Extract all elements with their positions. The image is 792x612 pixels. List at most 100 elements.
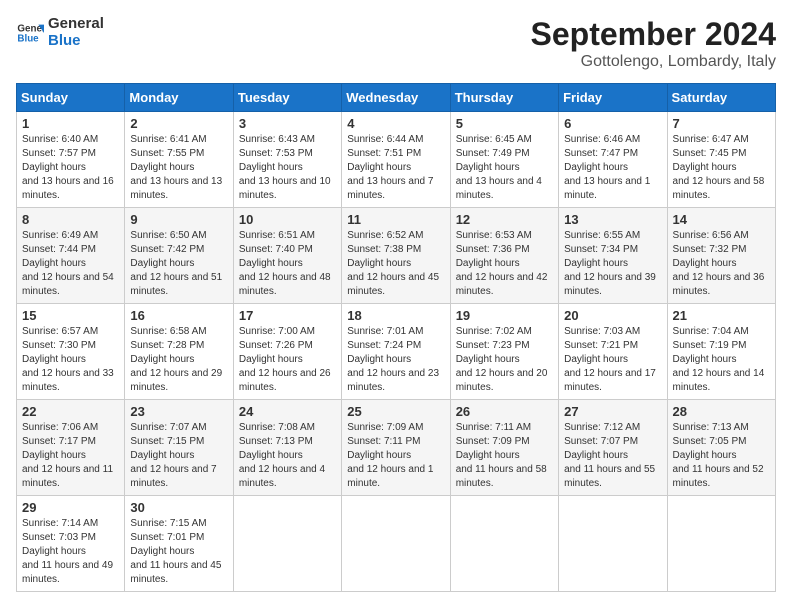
calendar-cell: 29 Sunrise: 7:14 AM Sunset: 7:03 PM Dayl… (17, 496, 125, 592)
calendar-cell: 3 Sunrise: 6:43 AM Sunset: 7:53 PM Dayli… (233, 112, 341, 208)
title-area: September 2024 Gottolengo, Lombardy, Ita… (531, 16, 776, 71)
day-info: Sunrise: 6:55 AM Sunset: 7:34 PM Dayligh… (564, 229, 661, 299)
calendar-cell: 8 Sunrise: 6:49 AM Sunset: 7:44 PM Dayli… (17, 208, 125, 304)
day-number: 10 (239, 212, 336, 227)
day-info: Sunrise: 7:07 AM Sunset: 7:15 PM Dayligh… (130, 421, 227, 491)
day-info: Sunrise: 7:08 AM Sunset: 7:13 PM Dayligh… (239, 421, 336, 491)
page-subtitle: Gottolengo, Lombardy, Italy (531, 53, 776, 71)
day-number: 23 (130, 404, 227, 419)
calendar-cell: 7 Sunrise: 6:47 AM Sunset: 7:45 PM Dayli… (667, 112, 775, 208)
day-number: 28 (673, 404, 770, 419)
page-header: General Blue General Blue September 2024… (16, 16, 776, 71)
day-number: 12 (456, 212, 553, 227)
day-info: Sunrise: 6:52 AM Sunset: 7:38 PM Dayligh… (347, 229, 444, 299)
day-info: Sunrise: 7:12 AM Sunset: 7:07 PM Dayligh… (564, 421, 661, 491)
day-info: Sunrise: 6:57 AM Sunset: 7:30 PM Dayligh… (22, 325, 119, 395)
day-number: 14 (673, 212, 770, 227)
header-saturday: Saturday (667, 84, 775, 112)
calendar-cell: 30 Sunrise: 7:15 AM Sunset: 7:01 PM Dayl… (125, 496, 233, 592)
day-info: Sunrise: 7:14 AM Sunset: 7:03 PM Dayligh… (22, 517, 119, 587)
day-info: Sunrise: 7:01 AM Sunset: 7:24 PM Dayligh… (347, 325, 444, 395)
day-info: Sunrise: 7:15 AM Sunset: 7:01 PM Dayligh… (130, 517, 227, 587)
day-number: 20 (564, 308, 661, 323)
header-thursday: Thursday (450, 84, 558, 112)
day-number: 21 (673, 308, 770, 323)
calendar-cell: 10 Sunrise: 6:51 AM Sunset: 7:40 PM Dayl… (233, 208, 341, 304)
calendar-cell: 22 Sunrise: 7:06 AM Sunset: 7:17 PM Dayl… (17, 400, 125, 496)
calendar-cell (233, 496, 341, 592)
logo-icon: General Blue (16, 19, 44, 47)
svg-text:Blue: Blue (17, 33, 39, 44)
header-sunday: Sunday (17, 84, 125, 112)
calendar-cell: 15 Sunrise: 6:57 AM Sunset: 7:30 PM Dayl… (17, 304, 125, 400)
calendar-cell: 26 Sunrise: 7:11 AM Sunset: 7:09 PM Dayl… (450, 400, 558, 496)
day-number: 6 (564, 116, 661, 131)
day-number: 8 (22, 212, 119, 227)
day-number: 9 (130, 212, 227, 227)
calendar-table: SundayMondayTuesdayWednesdayThursdayFrid… (16, 83, 776, 592)
calendar-header-row: SundayMondayTuesdayWednesdayThursdayFrid… (17, 84, 776, 112)
calendar-cell: 19 Sunrise: 7:02 AM Sunset: 7:23 PM Dayl… (450, 304, 558, 400)
calendar-week-3: 15 Sunrise: 6:57 AM Sunset: 7:30 PM Dayl… (17, 304, 776, 400)
day-info: Sunrise: 7:03 AM Sunset: 7:21 PM Dayligh… (564, 325, 661, 395)
day-info: Sunrise: 7:00 AM Sunset: 7:26 PM Dayligh… (239, 325, 336, 395)
day-info: Sunrise: 6:56 AM Sunset: 7:32 PM Dayligh… (673, 229, 770, 299)
day-number: 1 (22, 116, 119, 131)
day-info: Sunrise: 7:02 AM Sunset: 7:23 PM Dayligh… (456, 325, 553, 395)
calendar-cell: 20 Sunrise: 7:03 AM Sunset: 7:21 PM Dayl… (559, 304, 667, 400)
day-number: 7 (673, 116, 770, 131)
calendar-cell: 18 Sunrise: 7:01 AM Sunset: 7:24 PM Dayl… (342, 304, 450, 400)
day-info: Sunrise: 6:46 AM Sunset: 7:47 PM Dayligh… (564, 133, 661, 203)
calendar-cell: 21 Sunrise: 7:04 AM Sunset: 7:19 PM Dayl… (667, 304, 775, 400)
calendar-cell: 24 Sunrise: 7:08 AM Sunset: 7:13 PM Dayl… (233, 400, 341, 496)
calendar-cell: 11 Sunrise: 6:52 AM Sunset: 7:38 PM Dayl… (342, 208, 450, 304)
calendar-cell: 16 Sunrise: 6:58 AM Sunset: 7:28 PM Dayl… (125, 304, 233, 400)
day-info: Sunrise: 7:06 AM Sunset: 7:17 PM Dayligh… (22, 421, 119, 491)
calendar-cell: 17 Sunrise: 7:00 AM Sunset: 7:26 PM Dayl… (233, 304, 341, 400)
calendar-cell: 27 Sunrise: 7:12 AM Sunset: 7:07 PM Dayl… (559, 400, 667, 496)
day-number: 22 (22, 404, 119, 419)
day-number: 30 (130, 500, 227, 515)
day-info: Sunrise: 6:53 AM Sunset: 7:36 PM Dayligh… (456, 229, 553, 299)
day-info: Sunrise: 7:09 AM Sunset: 7:11 PM Dayligh… (347, 421, 444, 491)
day-info: Sunrise: 6:51 AM Sunset: 7:40 PM Dayligh… (239, 229, 336, 299)
calendar-cell: 9 Sunrise: 6:50 AM Sunset: 7:42 PM Dayli… (125, 208, 233, 304)
header-wednesday: Wednesday (342, 84, 450, 112)
day-number: 24 (239, 404, 336, 419)
day-number: 16 (130, 308, 227, 323)
calendar-cell: 25 Sunrise: 7:09 AM Sunset: 7:11 PM Dayl… (342, 400, 450, 496)
day-number: 26 (456, 404, 553, 419)
day-number: 13 (564, 212, 661, 227)
day-number: 29 (22, 500, 119, 515)
day-number: 19 (456, 308, 553, 323)
day-number: 5 (456, 116, 553, 131)
calendar-cell: 23 Sunrise: 7:07 AM Sunset: 7:15 PM Dayl… (125, 400, 233, 496)
calendar-week-5: 29 Sunrise: 7:14 AM Sunset: 7:03 PM Dayl… (17, 496, 776, 592)
calendar-cell: 14 Sunrise: 6:56 AM Sunset: 7:32 PM Dayl… (667, 208, 775, 304)
day-number: 27 (564, 404, 661, 419)
day-number: 18 (347, 308, 444, 323)
day-number: 3 (239, 116, 336, 131)
day-info: Sunrise: 6:45 AM Sunset: 7:49 PM Dayligh… (456, 133, 553, 203)
calendar-cell: 2 Sunrise: 6:41 AM Sunset: 7:55 PM Dayli… (125, 112, 233, 208)
day-number: 2 (130, 116, 227, 131)
calendar-cell (342, 496, 450, 592)
calendar-cell: 4 Sunrise: 6:44 AM Sunset: 7:51 PM Dayli… (342, 112, 450, 208)
logo: General Blue General Blue (16, 16, 104, 49)
day-number: 15 (22, 308, 119, 323)
day-info: Sunrise: 6:49 AM Sunset: 7:44 PM Dayligh… (22, 229, 119, 299)
header-friday: Friday (559, 84, 667, 112)
calendar-cell: 5 Sunrise: 6:45 AM Sunset: 7:49 PM Dayli… (450, 112, 558, 208)
calendar-cell (559, 496, 667, 592)
calendar-cell: 13 Sunrise: 6:55 AM Sunset: 7:34 PM Dayl… (559, 208, 667, 304)
day-info: Sunrise: 7:13 AM Sunset: 7:05 PM Dayligh… (673, 421, 770, 491)
day-info: Sunrise: 6:47 AM Sunset: 7:45 PM Dayligh… (673, 133, 770, 203)
calendar-cell (450, 496, 558, 592)
page-title: September 2024 (531, 16, 776, 53)
day-number: 4 (347, 116, 444, 131)
day-number: 17 (239, 308, 336, 323)
calendar-cell: 1 Sunrise: 6:40 AM Sunset: 7:57 PM Dayli… (17, 112, 125, 208)
calendar-week-4: 22 Sunrise: 7:06 AM Sunset: 7:17 PM Dayl… (17, 400, 776, 496)
day-info: Sunrise: 6:41 AM Sunset: 7:55 PM Dayligh… (130, 133, 227, 203)
day-info: Sunrise: 6:40 AM Sunset: 7:57 PM Dayligh… (22, 133, 119, 203)
